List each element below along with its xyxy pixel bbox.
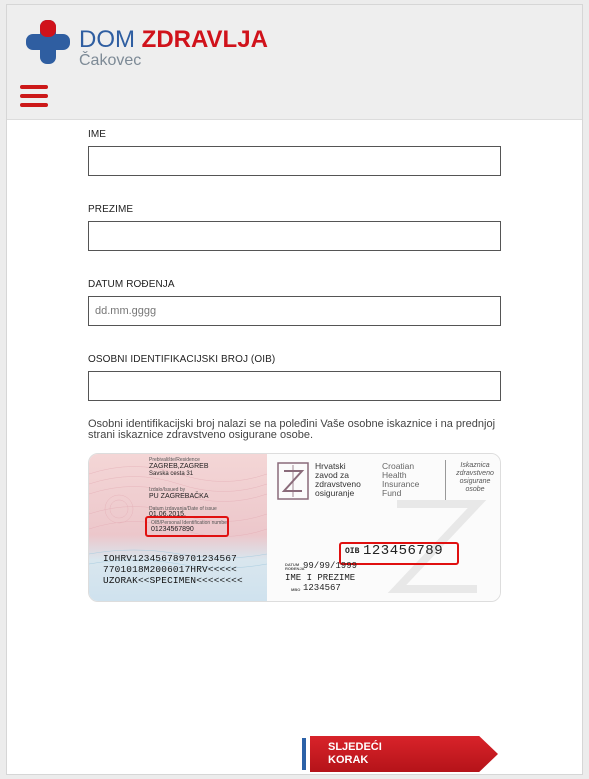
brand-title-dom: DOM	[79, 26, 142, 53]
hamburger-menu-icon[interactable]	[20, 85, 48, 107]
card-mrz-line-1: IOHRV123456789701234567	[103, 553, 237, 564]
card-address-line-2: Savska cesta 31	[149, 471, 194, 477]
page-frame: DOM ZDRAVLJA Čakovec IME PREZIME DATUM R…	[6, 4, 583, 775]
oib-label: OSOBNI IDENTIFIKACIJSKI BROJ (OIB)	[88, 354, 276, 365]
health-card-date-caption: DATUM ROĐENJA	[285, 562, 305, 571]
oib-input[interactable]	[88, 371, 501, 401]
card-type-line-4: osobe	[465, 486, 485, 493]
health-card-front: Hrvatski zavod za zdravstveno osiguranje…	[267, 454, 500, 601]
hzzo-name-en: Croatian Health Insurance Fund	[382, 462, 419, 498]
card-address-line-1: ZAGREB,ZAGREB	[149, 463, 209, 470]
id-card-back: Prebivalište/Residence ZAGREB,ZAGREB Sav…	[89, 454, 267, 601]
brand-city: Čakovec	[79, 52, 142, 69]
hzzo-logo-icon	[277, 462, 309, 500]
ime-label: IME	[88, 129, 107, 140]
health-card-name: IME I PREZIME	[285, 573, 356, 583]
health-card-mbo-caption: MBO	[291, 587, 301, 592]
next-step-label: SLJEDEĆI KORAK	[328, 741, 382, 767]
health-card-mbo: 1234567	[303, 583, 341, 593]
site-header: DOM ZDRAVLJA Čakovec	[7, 5, 582, 120]
card-type-line-3: osigurane	[459, 478, 491, 485]
next-step-button[interactable]: SLJEDEĆI KORAK	[302, 736, 498, 772]
menu-bar	[20, 94, 48, 98]
health-card-birth-date: 99/99/1999	[303, 561, 358, 571]
card-mrz-line-3: UZORAK<<SPECIMEN<<<<<<<<	[103, 575, 243, 586]
card-issuer: PU ZAGREBAČKA	[149, 493, 209, 500]
hzzo-hr-line-4: osiguranje	[315, 488, 355, 498]
datum-rodenja-input[interactable]	[88, 296, 501, 326]
menu-bar	[20, 85, 48, 89]
next-step-accent-bar	[302, 738, 306, 770]
card-type-title: Iskaznica zdravstveno osigurane osobe	[450, 462, 500, 494]
menu-bar	[20, 103, 48, 107]
prezime-label: PREZIME	[88, 204, 134, 215]
brand-title[interactable]: DOM ZDRAVLJA	[79, 27, 268, 53]
card-mrz-line-2: 7701018M2006017HRV<<<<<	[103, 564, 237, 575]
ime-input[interactable]	[88, 146, 501, 176]
next-step-label-line-2: KORAK	[328, 754, 369, 766]
next-step-label-line-1: SLJEDEĆI	[328, 741, 382, 753]
hzzo-name-hr: Hrvatski zavod za zdravstveno osiguranje	[315, 462, 361, 498]
card-type-line-2: zdravstveno	[456, 470, 494, 477]
health-card-oib-number: 123456789	[363, 543, 444, 559]
datum-rodenja-label: DATUM ROĐENJA	[88, 279, 175, 290]
prezime-input[interactable]	[88, 221, 501, 251]
medical-cross-logo-icon	[26, 20, 70, 64]
brand-title-zdravlja: ZDRAVLJA	[141, 26, 268, 53]
card-oib-highlight	[145, 516, 229, 537]
oib-help-text: Osobni identifikacijski broj nalazi se n…	[88, 418, 496, 441]
card-type-line-1: Iskaznica	[460, 462, 490, 469]
id-card-illustration: Prebivalište/Residence ZAGREB,ZAGREB Sav…	[88, 453, 501, 602]
health-card-oib-prefix: OIB	[345, 547, 360, 556]
